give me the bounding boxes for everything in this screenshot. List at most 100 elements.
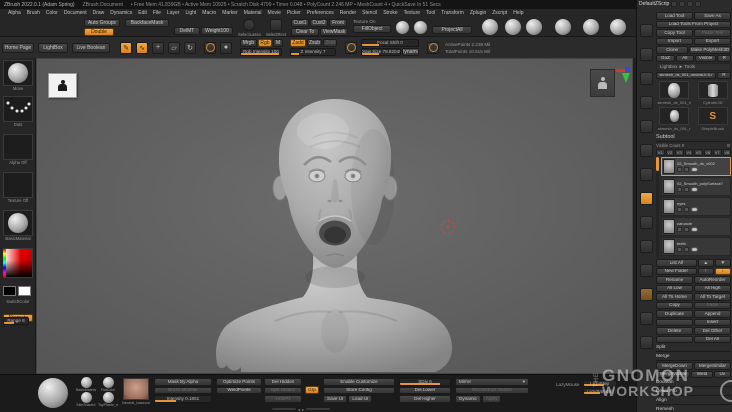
polypaint-icon[interactable] xyxy=(677,227,682,232)
palette-icon[interactable] xyxy=(640,96,653,109)
menu-item[interactable]: Stroke xyxy=(383,10,397,16)
menu-item[interactable]: Brush xyxy=(27,10,40,16)
del-higher-button[interactable]: Del Higher xyxy=(399,395,451,403)
eye-icon[interactable] xyxy=(691,207,698,212)
tool-thumb-bust[interactable]: skmesh_ds_001_n xyxy=(656,81,693,105)
del-all-button[interactable]: Del All xyxy=(694,335,731,343)
load-ui-button[interactable]: Load UI xyxy=(348,395,373,403)
live-boolean-button[interactable]: Live Boolean xyxy=(72,42,110,53)
menu-item[interactable]: Material xyxy=(244,10,262,16)
menu-item[interactable]: Edit xyxy=(138,10,147,16)
texture-thumbnail[interactable] xyxy=(123,378,149,400)
material-sphere-icon[interactable] xyxy=(102,392,114,403)
palette-icon-active[interactable] xyxy=(640,192,653,205)
menu-item[interactable]: Alpha xyxy=(8,10,21,16)
current-texture[interactable]: Texture Off xyxy=(3,172,33,203)
m-button[interactable]: M xyxy=(273,39,283,47)
reference-image-box[interactable] xyxy=(48,73,77,98)
load-tool-button[interactable]: Load Tool xyxy=(656,12,693,20)
subtool-thumbnail[interactable] xyxy=(663,179,675,194)
subtool-thumbnail[interactable] xyxy=(663,199,675,214)
subtool-item[interactable]: 02_Smooth_polySurface7 xyxy=(661,177,731,196)
copy-tool-button[interactable]: Copy Tool xyxy=(656,29,693,37)
del-hidden-button[interactable]: Del Hidden xyxy=(264,378,302,386)
copy-subtool-button[interactable]: Copy xyxy=(656,301,693,309)
menu-item[interactable]: Zscript xyxy=(492,10,507,16)
zadd-button[interactable]: Zadd xyxy=(290,39,306,47)
active-material-sphere[interactable] xyxy=(38,378,68,408)
optimize-points-button[interactable]: Optimize Points xyxy=(216,378,262,386)
enable-customize-button[interactable]: Enable Customize xyxy=(323,378,395,386)
zscript-mini-icon[interactable] xyxy=(679,1,686,7)
palette-icon[interactable] xyxy=(640,336,653,349)
home-page-button[interactable]: Home Page xyxy=(2,42,34,53)
palette-icon[interactable] xyxy=(640,24,653,37)
palette-icon-material[interactable] xyxy=(640,288,653,301)
backface-mask-button[interactable]: BackfaceMask xyxy=(125,19,169,27)
palette-icon[interactable] xyxy=(640,312,653,325)
current-alpha[interactable]: Alpha Off xyxy=(3,134,33,165)
move-mode-icon[interactable]: + xyxy=(152,41,164,54)
merge-section-header[interactable]: Merge xyxy=(656,353,731,361)
store-config-button[interactable]: Store Config xyxy=(323,386,395,394)
palette-icon[interactable] xyxy=(640,168,653,181)
mask-by-alpha-button[interactable]: Mask By Alpha xyxy=(154,378,212,386)
subtool-item[interactable]: teeth xyxy=(661,237,731,256)
merge-down-button[interactable]: MergeDown xyxy=(656,362,693,370)
current-brush[interactable]: Move xyxy=(3,60,33,91)
subtool-tab[interactable]: V2 xyxy=(665,149,674,156)
duplicate-button[interactable]: Duplicate xyxy=(656,310,693,318)
material-sphere-icon[interactable] xyxy=(80,377,92,388)
zscript-mini-icon[interactable] xyxy=(687,1,694,7)
paste-tool-button[interactable]: Paste Tool xyxy=(694,29,731,37)
texture-sphere-icon[interactable] xyxy=(396,21,410,34)
palette-icon[interactable] xyxy=(640,216,653,229)
menu-item[interactable]: Tool xyxy=(426,10,435,16)
save-ui-button[interactable]: Save UI xyxy=(323,395,348,403)
align-section-header[interactable]: Align xyxy=(656,397,731,405)
brush-sphere-icon[interactable] xyxy=(482,19,499,35)
focal-icon[interactable] xyxy=(345,41,357,54)
del-lower-button[interactable]: Del Lower xyxy=(399,386,451,394)
weld-points-button[interactable]: WeldPoints xyxy=(216,386,262,394)
view-mask-button[interactable]: ViewMask xyxy=(320,28,349,36)
edit-icon[interactable]: ✎ xyxy=(120,41,132,54)
menu-item[interactable]: Texture xyxy=(404,10,420,16)
list-all-button[interactable]: List All xyxy=(656,259,697,267)
material-shortcut[interactable]: FlatColor xyxy=(98,377,118,392)
subtool-tab[interactable]: V8 xyxy=(722,149,731,156)
intensity-slider[interactable]: Intensity 0.1851 xyxy=(154,395,212,403)
focal-shift-slider[interactable]: Focal Shift 0 xyxy=(361,39,419,47)
lazy-step-slider[interactable]: LazyStep xyxy=(582,380,617,387)
brush-modifier-button[interactable]: Brush Modifier xyxy=(154,386,212,394)
subtool-tab[interactable]: V5 xyxy=(694,149,703,156)
palette-icon[interactable] xyxy=(640,72,653,85)
palette-icon[interactable] xyxy=(640,144,653,157)
draw-size-slider[interactable]: Draw Size 78.82045 xyxy=(361,48,401,56)
weight-button[interactable]: Weight100 xyxy=(201,27,233,35)
zscript-mini-icon[interactable] xyxy=(671,1,678,7)
menu-item[interactable]: Dynamics xyxy=(110,10,132,16)
brush-sphere-icon[interactable] xyxy=(554,19,571,35)
delete-button[interactable]: Delete xyxy=(656,327,693,335)
rgb-intensity-slider[interactable]: Rgb Intensity 100 xyxy=(240,48,282,56)
polypaint-icon[interactable] xyxy=(677,247,682,252)
lazy-smooth-slider[interactable]: LazySmooth xyxy=(582,388,617,395)
del-other-button[interactable]: Del Other xyxy=(694,327,731,335)
brush-sphere-icon[interactable] xyxy=(582,19,599,35)
all-to-home-button[interactable]: All To Home xyxy=(656,293,693,301)
uv-button[interactable]: Uv xyxy=(713,370,731,378)
goz-r-button[interactable]: R xyxy=(717,54,731,62)
zcut-button[interactable]: Zcut xyxy=(323,39,337,47)
hue-strip[interactable] xyxy=(3,249,6,277)
menu-item[interactable]: Preferences xyxy=(307,10,334,16)
split-hidden-button[interactable]: Split Hidden xyxy=(264,386,302,394)
front-button[interactable]: Front xyxy=(329,19,348,27)
select-rect-icon[interactable] xyxy=(269,19,282,31)
tool-thumb-simplebrush[interactable]: S SimpleBrush xyxy=(695,107,732,131)
merge-visible-button[interactable]: MergeVisible xyxy=(656,370,691,378)
material-shortcut[interactable]: BasicMaterial_sk xyxy=(76,377,96,392)
paste-subtool-button[interactable]: Paste xyxy=(694,301,731,309)
palette-icon[interactable] xyxy=(640,120,653,133)
ui-scrollbar[interactable]: ◂ ▸ xyxy=(272,407,330,412)
